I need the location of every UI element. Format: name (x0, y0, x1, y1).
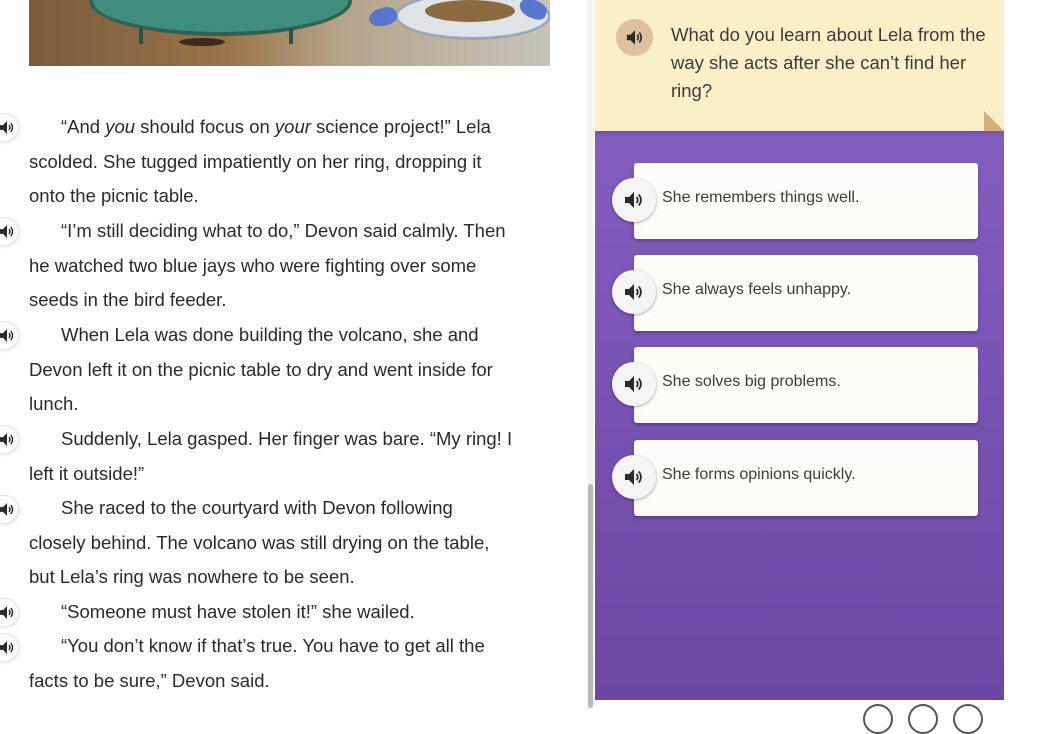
bottom-toolbar (595, 700, 1004, 734)
toolbar-button[interactable] (863, 704, 893, 734)
read-aloud-speaker-icon[interactable] (0, 426, 18, 453)
bird-seeds (425, 0, 515, 22)
passage-paragraph: She raced to the courtyard with Devon fo… (29, 497, 490, 587)
passage-paragraph: “You don’t know if that’s true. You have… (29, 635, 485, 691)
question-text: What do you learn about Lela from the wa… (671, 24, 986, 101)
choice-speaker-icon[interactable] (612, 178, 656, 222)
read-aloud-speaker-icon[interactable] (0, 496, 18, 523)
read-aloud-speaker-icon[interactable] (0, 218, 18, 245)
passage-paragraph: Suddenly, Lela gasped. Her finger was ba… (29, 428, 513, 484)
read-aloud-speaker-icon[interactable] (0, 599, 18, 626)
passage-paragraph: “I’m still deciding what to do,” Devon s… (29, 220, 506, 310)
choice-label: She remembers things well. (662, 189, 860, 206)
emphasis: you (105, 116, 136, 137)
choice-speaker-icon[interactable] (612, 270, 656, 314)
read-aloud-speaker-icon[interactable] (0, 634, 18, 661)
picnic-table (89, 0, 352, 36)
choice-label: She always feels unhappy. (662, 281, 852, 298)
toolbar-button[interactable] (908, 704, 938, 734)
question-panel: What do you learn about Lela from the wa… (595, 0, 1004, 700)
read-aloud-speaker-icon[interactable] (0, 322, 18, 349)
emphasis: your (274, 116, 311, 137)
page-fold-corner (984, 111, 1004, 131)
table-shadow (179, 38, 225, 46)
passage-paragraph: “Someone must have stolen it!” she waile… (61, 601, 415, 622)
passage-paragraph: “And you should focus on your science pr… (29, 116, 491, 206)
right-margin (1004, 0, 1064, 708)
choice-label: She forms opinions quickly. (662, 466, 856, 483)
toolbar-button[interactable] (953, 704, 983, 734)
choice-speaker-icon[interactable] (612, 455, 656, 499)
choice-label: She solves big problems. (662, 373, 841, 390)
passage-paragraph: When Lela was done building the volcano,… (29, 324, 493, 414)
choice-speaker-icon[interactable] (612, 362, 656, 406)
answer-choice[interactable]: She always feels unhappy. (612, 255, 978, 331)
answer-choice[interactable]: She remembers things well. (612, 163, 978, 239)
answer-choice[interactable]: She solves big problems. (612, 347, 978, 423)
reading-passage-pane: “And you should focus on your science pr… (0, 0, 588, 708)
table-leg (289, 28, 293, 44)
table-leg (139, 28, 143, 44)
answer-choice[interactable]: She forms opinions quickly. (612, 440, 978, 516)
blue-jay (366, 4, 400, 30)
question-box: What do you learn about Lela from the wa… (595, 0, 1004, 131)
question-speaker-icon[interactable] (616, 19, 653, 56)
story-illustration (29, 0, 550, 66)
scrollbar-thumb[interactable] (588, 484, 593, 708)
read-aloud-speaker-icon[interactable] (0, 114, 18, 141)
